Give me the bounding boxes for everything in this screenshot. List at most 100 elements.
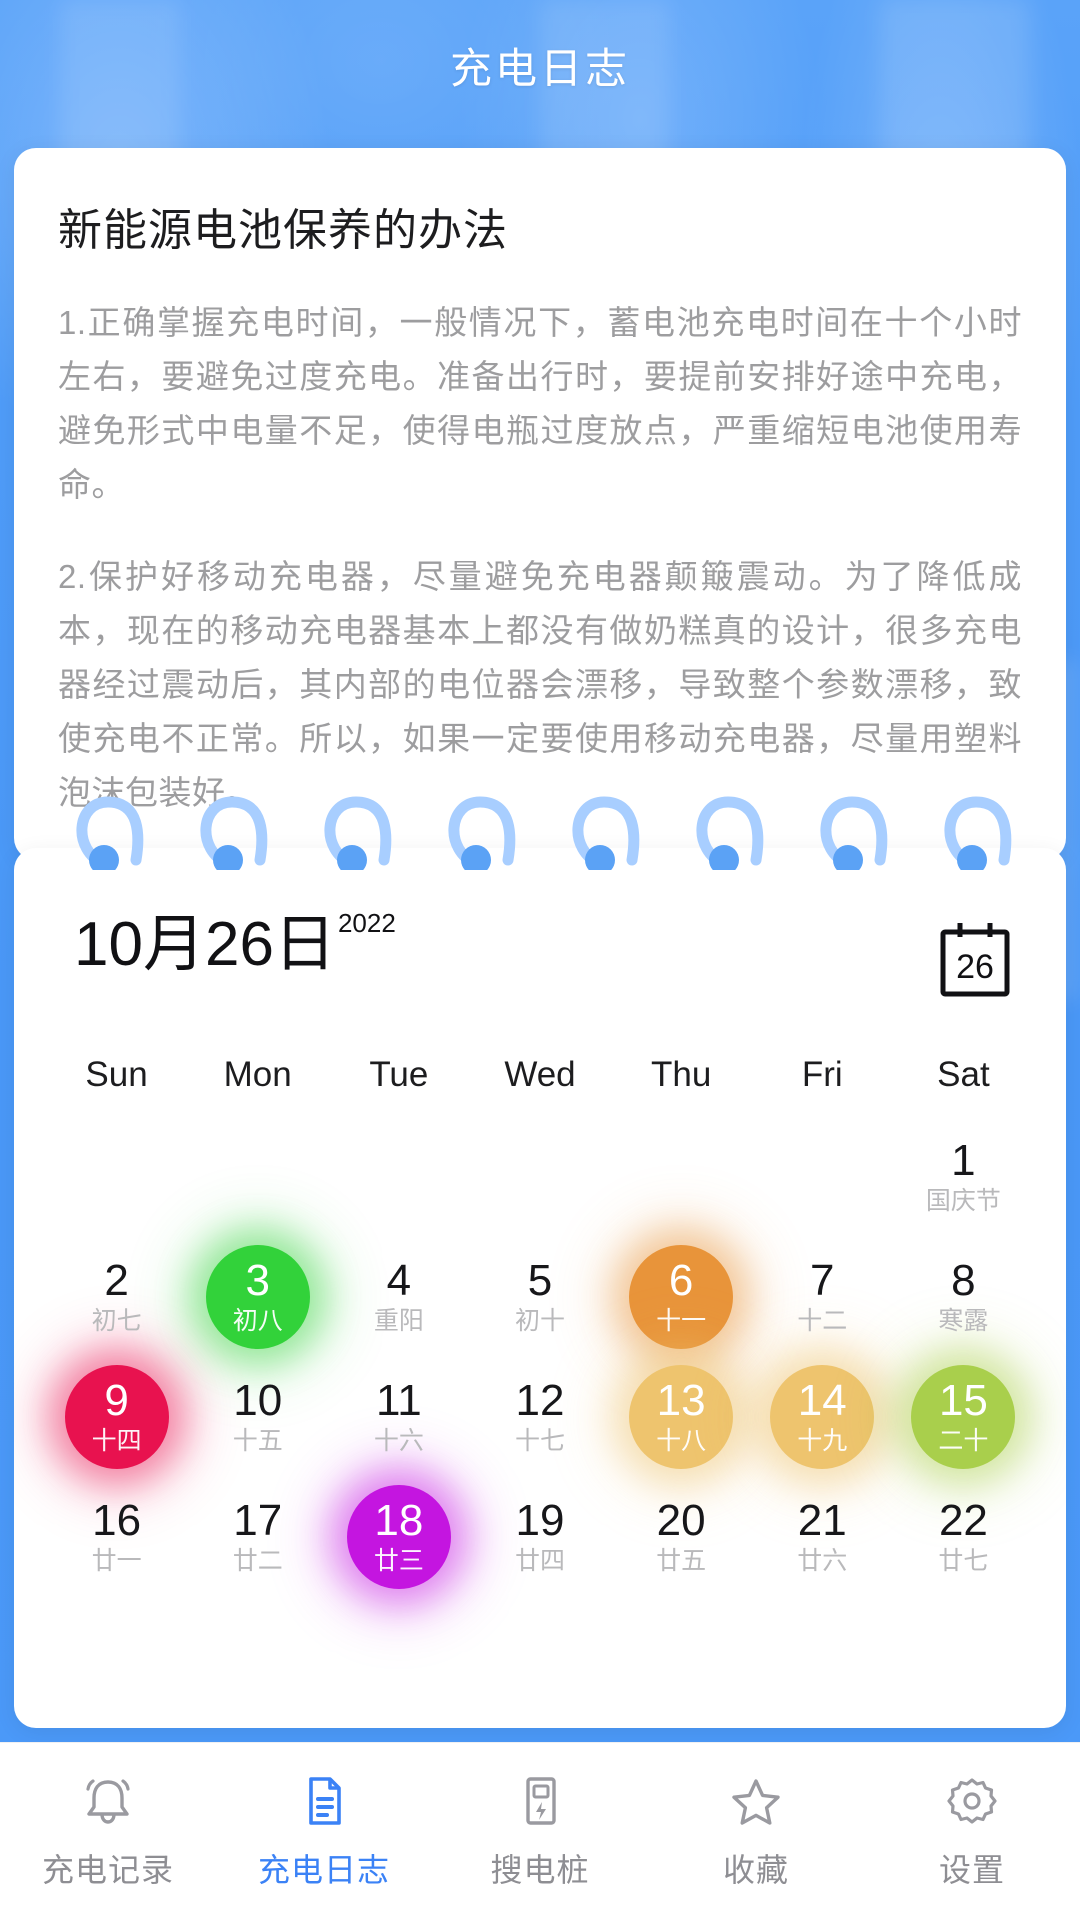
calendar-weekday-row: Sun Mon Tue Wed Thu Fri Sat bbox=[36, 1055, 1044, 1095]
calendar-weekday: Mon bbox=[223, 1055, 292, 1094]
calendar-day-number: 13 bbox=[656, 1376, 706, 1425]
calendar-day-number: 14 bbox=[797, 1376, 847, 1425]
calendar-day-lunar: 十二 bbox=[797, 1307, 848, 1335]
calendar-day-cell[interactable]: 8 寒露 bbox=[893, 1237, 1034, 1357]
tab-label: 搜电桩 bbox=[490, 1851, 590, 1888]
tab-settings[interactable]: 设置 bbox=[864, 1773, 1080, 1891]
calendar-day-number: 5 bbox=[527, 1256, 553, 1305]
article-title: 新能源电池保养的办法 bbox=[58, 206, 508, 255]
tab-charging-records[interactable]: 充电记录 bbox=[0, 1773, 216, 1891]
tab-favorites[interactable]: 收藏 bbox=[648, 1773, 864, 1891]
calendar-day-number: 9 bbox=[104, 1376, 129, 1425]
calendar-icon[interactable]: 26 bbox=[938, 920, 1012, 1003]
bell-icon bbox=[81, 1773, 135, 1829]
calendar-day-empty bbox=[752, 1117, 893, 1237]
calendar-day-lunar: 廿三 bbox=[373, 1547, 424, 1575]
calendar-day-number: 8 bbox=[951, 1256, 976, 1305]
calendar-day-cell[interactable]: 3 初八 bbox=[187, 1237, 328, 1357]
calendar-day-cell[interactable]: 12 十七 bbox=[469, 1357, 610, 1477]
calendar-day-cell[interactable]: 9 十四 bbox=[46, 1357, 187, 1477]
calendar-day-empty bbox=[46, 1117, 187, 1237]
calendar-day-lunar: 初十 bbox=[514, 1307, 565, 1335]
calendar-day-number: 19 bbox=[515, 1496, 565, 1545]
calendar-day-lunar: 十八 bbox=[656, 1427, 707, 1455]
calendar-card: 10月26日 2022 26 Sun Mon Tue Wed Thu Fri Sat 1 国庆… bbox=[14, 848, 1066, 1728]
calendar-weekday: Sat bbox=[937, 1055, 990, 1094]
calendar-day-number: 7 bbox=[810, 1256, 835, 1305]
calendar-date-text: 10月26日 bbox=[74, 910, 336, 979]
tab-charging-log[interactable]: 充电日志 bbox=[216, 1773, 432, 1891]
calendar-day-number: 22 bbox=[938, 1496, 988, 1545]
star-icon bbox=[729, 1773, 783, 1829]
calendar-day-cell[interactable]: 2 初七 bbox=[46, 1237, 187, 1357]
calendar-day-lunar: 国庆节 bbox=[925, 1187, 1001, 1215]
calendar-day-lunar: 廿七 bbox=[938, 1547, 989, 1575]
app-header: 充电日志 bbox=[0, 0, 1080, 130]
calendar-day-lunar: 寒露 bbox=[938, 1307, 989, 1335]
calendar-day-number: 21 bbox=[797, 1496, 847, 1545]
calendar-weekday: Thu bbox=[650, 1055, 712, 1094]
calendar-day-cell[interactable]: 7 十二 bbox=[752, 1237, 893, 1357]
calendar-weekday: Tue bbox=[369, 1055, 429, 1094]
calendar-day-empty bbox=[187, 1117, 328, 1237]
calendar-day-lunar: 廿一 bbox=[91, 1547, 142, 1575]
calendar-day-lunar: 十七 bbox=[514, 1427, 565, 1455]
calendar-day-number: 1 bbox=[951, 1136, 976, 1185]
calendar-day-lunar: 十四 bbox=[91, 1427, 142, 1455]
calendar-day-lunar: 初七 bbox=[91, 1307, 142, 1335]
charging-pile-icon bbox=[513, 1773, 567, 1829]
calendar-day-number: 3 bbox=[245, 1256, 270, 1305]
calendar-day-lunar: 廿六 bbox=[797, 1547, 848, 1575]
calendar-weekday: Wed bbox=[504, 1055, 576, 1094]
calendar-day-cell[interactable]: 15 二十 bbox=[893, 1357, 1034, 1477]
calendar-day-lunar: 十五 bbox=[232, 1427, 283, 1455]
calendar-day-lunar: 重阳 bbox=[373, 1307, 424, 1335]
article-paragraph-1: 1.正确掌握充电时间，一般情况下，蓄电池充电时间在十个小时左右，要避免过度充电。… bbox=[58, 304, 1022, 503]
calendar-day-number: 12 bbox=[515, 1376, 565, 1425]
calendar-day-cell[interactable]: 17 廿二 bbox=[187, 1477, 328, 1597]
tab-find-charging-pile[interactable]: 搜电桩 bbox=[432, 1773, 648, 1891]
calendar-day-lunar: 廿五 bbox=[656, 1547, 707, 1575]
calendar-header: 10月26日 2022 26 bbox=[36, 848, 1044, 1003]
calendar-day-cell[interactable]: 5 初十 bbox=[469, 1237, 610, 1357]
calendar-day-cell[interactable]: 13 十八 bbox=[611, 1357, 752, 1477]
calendar-day-lunar: 廿四 bbox=[514, 1547, 565, 1575]
calendar-day-cell[interactable]: 21 廿六 bbox=[752, 1477, 893, 1597]
calendar-year-text: 2022 bbox=[337, 908, 396, 938]
calendar-day-number: 20 bbox=[656, 1496, 706, 1545]
calendar-day-cell[interactable]: 18 廿三 bbox=[328, 1477, 469, 1597]
calendar-day-cell[interactable]: 14 十九 bbox=[752, 1357, 893, 1477]
calendar-day-cell[interactable]: 20 廿五 bbox=[611, 1477, 752, 1597]
calendar-day-lunar: 十六 bbox=[373, 1427, 424, 1455]
calendar-day-cell[interactable]: 19 廿四 bbox=[469, 1477, 610, 1597]
calendar-day-number: 15 bbox=[938, 1376, 988, 1425]
article-paragraph-2: 2.保护好移动充电器，尽量避免充电器颠簸震动。为了降低成本，现在的移动充电器基本… bbox=[58, 558, 1022, 811]
calendar-day-lunar: 初八 bbox=[232, 1307, 283, 1335]
calendar-day-cell[interactable]: 16 廿一 bbox=[46, 1477, 187, 1597]
calendar-day-lunar: 二十 bbox=[938, 1427, 989, 1455]
calendar-day-grid: 1 国庆节 2 初七 3 初八 4 重阳 5 初十 6 十一 7 十二 8 寒露 9 十四 10 十五 11 十六 12 十七… bbox=[36, 1117, 1044, 1597]
calendar-day-empty bbox=[469, 1117, 610, 1237]
calendar-day-number: 4 bbox=[386, 1256, 412, 1305]
page-title: 充电日志 bbox=[449, 44, 630, 92]
calendar-day-cell[interactable]: 6 十一 bbox=[611, 1237, 752, 1357]
article-card: 新能源电池保养的办法 1.正确掌握充电时间，一般情况下，蓄电池充电时间在十个小时… bbox=[14, 148, 1066, 860]
calendar-day-number: 17 bbox=[233, 1496, 283, 1545]
calendar-current-date: 10月26日 2022 bbox=[74, 908, 396, 979]
calendar-day-cell[interactable]: 22 廿七 bbox=[893, 1477, 1034, 1597]
calendar-day-number: 6 bbox=[668, 1256, 694, 1305]
tab-label: 收藏 bbox=[722, 1851, 789, 1888]
calendar-day-number: 16 bbox=[92, 1496, 142, 1545]
calendar-day-cell[interactable]: 11 十六 bbox=[328, 1357, 469, 1477]
gear-icon bbox=[945, 1773, 999, 1829]
tab-label: 设置 bbox=[938, 1851, 1005, 1888]
calendar-weekday: Sun bbox=[85, 1055, 148, 1094]
calendar-day-cell[interactable]: 4 重阳 bbox=[328, 1237, 469, 1357]
calendar-day-number: 18 bbox=[374, 1496, 424, 1545]
document-icon bbox=[297, 1773, 351, 1829]
calendar-day-cell[interactable]: 1 国庆节 bbox=[893, 1117, 1034, 1237]
bottom-tab-bar: 充电记录 充电日志 搜电桩 收藏 设置 bbox=[0, 1742, 1080, 1920]
calendar-day-cell[interactable]: 10 十五 bbox=[187, 1357, 328, 1477]
calendar-day-lunar: 十一 bbox=[656, 1307, 707, 1335]
tab-label: 充电记录 bbox=[41, 1851, 174, 1888]
